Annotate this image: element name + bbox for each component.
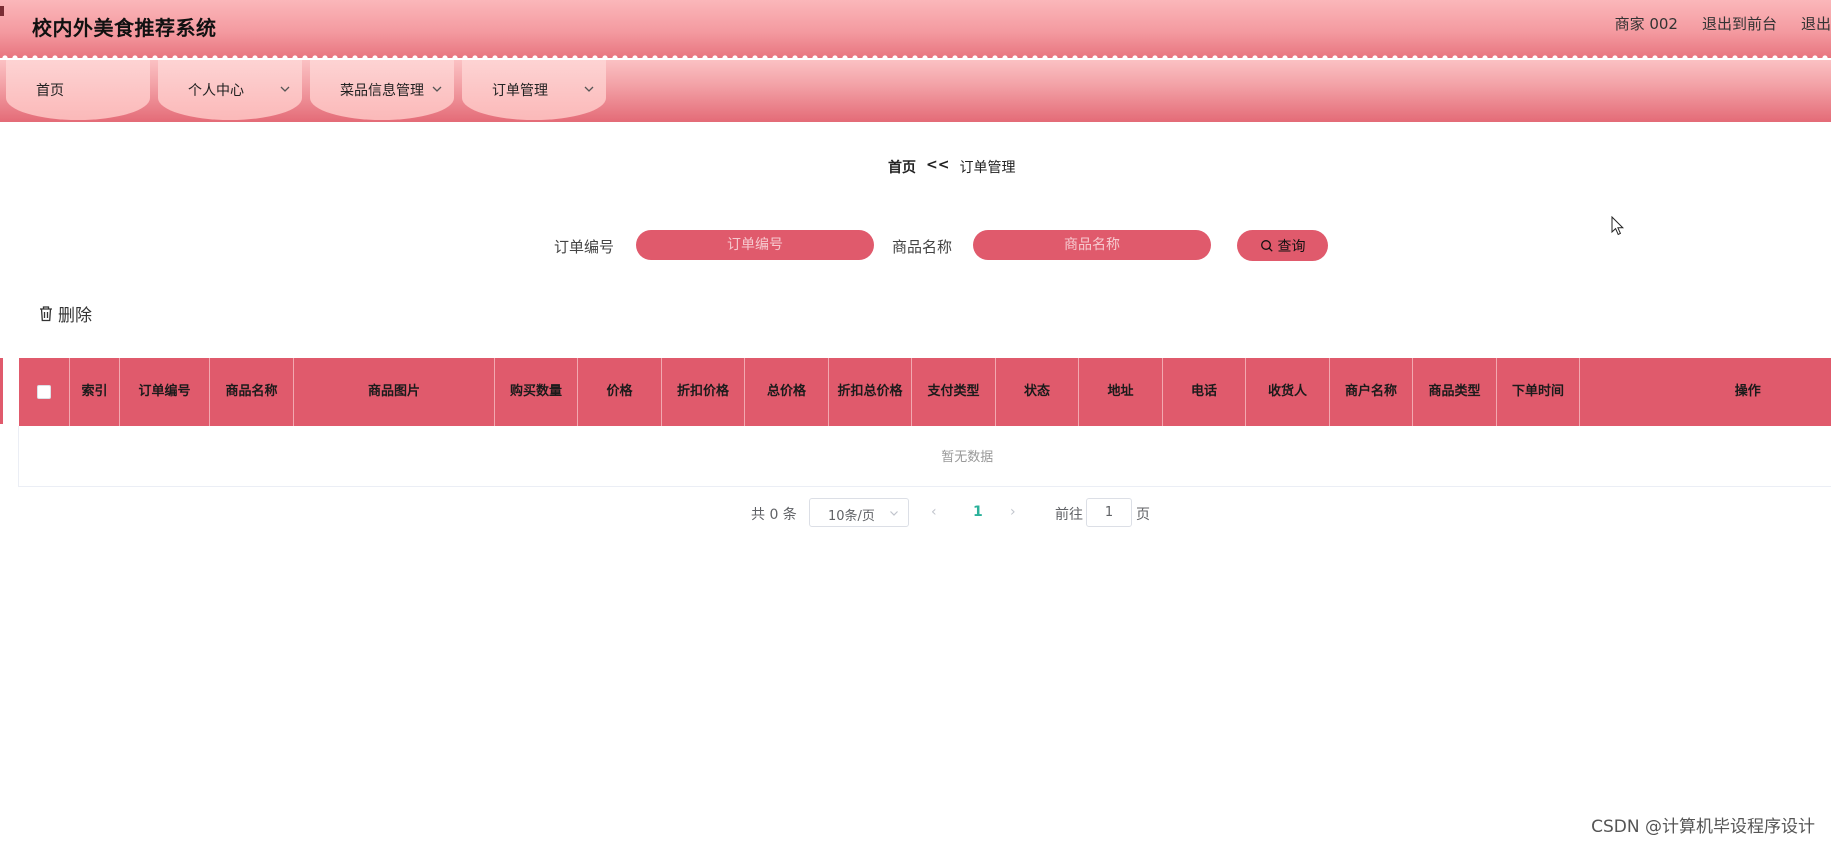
watermark: CSDN @计算机毕设程序设计 — [1591, 817, 1815, 837]
order-no-input[interactable] — [636, 230, 874, 260]
nav-item-dish-management[interactable]: 菜品信息管理 — [310, 60, 454, 120]
user-name: 商家 002 — [1614, 15, 1678, 33]
chevron-down-icon — [584, 86, 594, 92]
delete-button-label: 删除 — [58, 306, 92, 325]
breadcrumb-home[interactable]: 首页 — [888, 157, 916, 177]
table-header-row: 索引 订单编号 商品名称 商品图片 购买数量 价格 折扣价格 总价格 折扣总价格… — [18, 358, 1831, 426]
column-header: 折扣总价格 — [828, 358, 912, 426]
column-header: 收货人 — [1245, 358, 1330, 426]
logout-link[interactable]: 退出 — [1801, 13, 1831, 34]
goto-label: 前往 — [1055, 507, 1083, 523]
select-all-checkbox[interactable] — [36, 384, 51, 399]
breadcrumb-separator: << — [926, 157, 950, 173]
nav-item-label: 订单管理 — [492, 83, 548, 99]
mouse-cursor-icon — [1611, 216, 1625, 236]
column-header: 操作 — [1579, 358, 1831, 426]
empty-row: 暂无数据 — [18, 426, 1831, 487]
column-header: 下单时间 — [1496, 358, 1580, 426]
column-header: 商户名称 — [1329, 358, 1413, 426]
header: 校内外美食推荐系统 商家 002 退出到前台 退出 首页 个人中心 菜品信息管理… — [0, 0, 1831, 122]
column-header: 总价格 — [744, 358, 829, 426]
nav-item-label: 菜品信息管理 — [340, 83, 424, 99]
chevron-down-icon — [280, 86, 290, 92]
nav-item-order-management[interactable]: 订单管理 — [462, 60, 606, 120]
column-header: 商品图片 — [293, 358, 495, 426]
column-header: 状态 — [995, 358, 1079, 426]
nav-item-label: 个人中心 — [188, 83, 244, 99]
order-no-label: 订单编号 — [554, 238, 615, 256]
breadcrumb-current: 订单管理 — [959, 160, 1016, 176]
exit-to-front-link[interactable]: 退出到前台 — [1702, 13, 1777, 34]
nav-item-home[interactable]: 首页 — [6, 60, 150, 120]
nav-item-label: 首页 — [36, 83, 64, 99]
page-size-select[interactable]: 10条/页 — [809, 498, 909, 527]
query-button-label: 查询 — [1277, 237, 1306, 254]
page-size-value: 10条/页 — [828, 509, 875, 524]
goods-name-input[interactable] — [973, 230, 1211, 260]
top-bar: 校内外美食推荐系统 商家 002 退出到前台 退出 — [0, 0, 1831, 58]
column-header: 电话 — [1162, 358, 1246, 426]
empty-text: 暂无数据 — [18, 426, 1831, 487]
query-button[interactable]: 查询 — [1237, 230, 1328, 261]
column-header: 商品类型 — [1412, 358, 1497, 426]
breadcrumb: 首页 << 订单管理 — [888, 157, 1015, 177]
page-unit-label: 页 — [1136, 507, 1150, 523]
page-number-current[interactable]: 1 — [973, 504, 983, 520]
column-header: 支付类型 — [911, 358, 996, 426]
total-count: 共 0 条 — [751, 507, 797, 523]
next-page-icon[interactable]: › — [1010, 504, 1016, 520]
column-header: 索引 — [69, 358, 120, 426]
goto-page-input[interactable] — [1086, 498, 1132, 527]
delete-button[interactable]: 删除 — [38, 301, 92, 326]
column-header: 订单编号 — [119, 358, 210, 426]
column-header: 地址 — [1078, 358, 1163, 426]
trash-icon — [40, 306, 52, 322]
nav-item-personal-center[interactable]: 个人中心 — [158, 60, 302, 120]
column-header: 价格 — [577, 358, 662, 426]
chevron-down-icon — [432, 86, 442, 92]
edge-mark — [0, 6, 4, 16]
main-nav: 首页 个人中心 菜品信息管理 订单管理 — [0, 60, 1831, 122]
orders-table: 索引 订单编号 商品名称 商品图片 购买数量 价格 折扣价格 总价格 折扣总价格… — [18, 358, 1831, 487]
chevron-down-icon — [890, 511, 898, 516]
site-title: 校内外美食推荐系统 — [32, 16, 217, 40]
table-edge-mark — [0, 358, 3, 424]
column-header: 购买数量 — [494, 358, 578, 426]
prev-page-icon[interactable]: ‹ — [931, 504, 937, 520]
select-all-cell — [18, 358, 70, 426]
search-icon — [1260, 239, 1273, 252]
column-header: 商品名称 — [209, 358, 294, 426]
column-header: 折扣价格 — [661, 358, 745, 426]
top-right-links: 商家 002 退出到前台 退出 — [1615, 13, 1831, 34]
goods-name-label: 商品名称 — [892, 238, 953, 256]
